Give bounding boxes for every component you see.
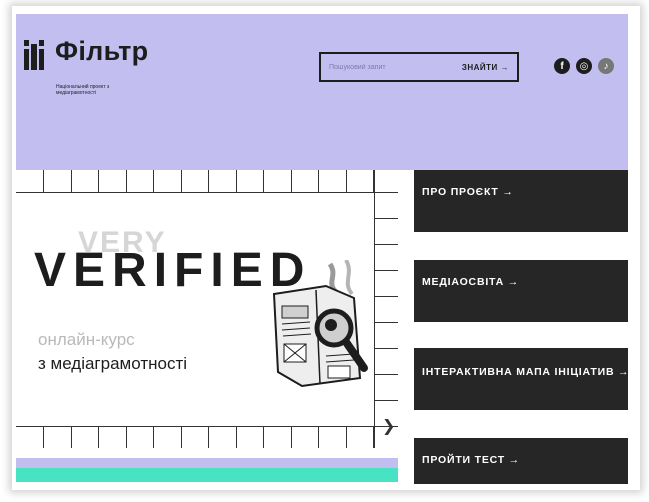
grid-line bbox=[375, 218, 398, 219]
grid-line bbox=[375, 192, 398, 193]
grid-line bbox=[153, 170, 154, 192]
banner-next-button[interactable]: ❯ bbox=[382, 416, 395, 436]
grid-line bbox=[375, 374, 398, 375]
grid-line bbox=[125, 170, 127, 192]
grid-line bbox=[290, 427, 292, 448]
grid-line bbox=[318, 427, 319, 448]
purple-stripe bbox=[16, 458, 398, 468]
tiktok-icon[interactable]: ♪ bbox=[598, 58, 614, 74]
nav-about-project[interactable]: ПРО ПРОЄКТ → bbox=[414, 170, 628, 232]
search-box: ЗНАЙТИ → bbox=[319, 52, 519, 82]
banner-course-line2: з медіаграмотності bbox=[38, 354, 188, 373]
social-links: f ◎ ♪ bbox=[554, 58, 614, 74]
grid-line bbox=[375, 322, 398, 323]
logo-mark-icon bbox=[24, 36, 50, 72]
grid-line bbox=[208, 427, 209, 448]
grid-line bbox=[263, 427, 264, 448]
search-button[interactable]: ЗНАЙТИ → bbox=[462, 63, 509, 72]
banner-grid-right bbox=[374, 170, 398, 448]
banner-grid-bottom bbox=[16, 426, 398, 448]
grid-line bbox=[70, 170, 72, 192]
grid-line bbox=[290, 170, 292, 192]
grid-line bbox=[345, 170, 347, 192]
banner-grid-top bbox=[16, 170, 398, 193]
green-stripe bbox=[16, 468, 398, 482]
grid-line bbox=[208, 170, 209, 192]
logo-name: Фільтр bbox=[55, 36, 149, 66]
nav-interactive-map[interactable]: ІНТЕРАКТИВНА МАПА ІНІЦІАТИВ → bbox=[414, 348, 629, 410]
grid-line bbox=[98, 170, 99, 192]
grid-line bbox=[345, 427, 347, 448]
grid-line bbox=[375, 270, 398, 271]
course-banner[interactable]: VERY VERIFIED онлайн-курс з медіаграмотн… bbox=[16, 170, 398, 448]
grid-line bbox=[153, 427, 154, 448]
nav-take-test[interactable]: ПРОЙТИ ТЕСТ → bbox=[414, 438, 628, 484]
nav-media-education[interactable]: МЕДІАОСВІТА → bbox=[414, 260, 628, 322]
grid-line bbox=[43, 427, 44, 448]
logo-subtitle: Національний проект з медіаграмотності bbox=[56, 84, 110, 96]
grid-line bbox=[180, 170, 182, 192]
grid-line bbox=[375, 244, 398, 245]
instagram-icon[interactable]: ◎ bbox=[576, 58, 592, 74]
banner-course-line1: онлайн-курс bbox=[38, 330, 135, 349]
search-input[interactable] bbox=[329, 63, 462, 71]
grid-line bbox=[235, 427, 237, 448]
grid-line bbox=[70, 427, 72, 448]
newspaper-magnifier-icon bbox=[272, 260, 368, 388]
grid-line bbox=[375, 296, 398, 297]
grid-line bbox=[375, 348, 398, 349]
grid-line bbox=[43, 170, 44, 192]
grid-line bbox=[318, 170, 319, 192]
grid-line bbox=[263, 170, 264, 192]
site-header: Фільтр Національний проект з медіаграмот… bbox=[16, 14, 628, 170]
grid-line bbox=[98, 427, 99, 448]
site-logo[interactable]: Фільтр bbox=[24, 36, 148, 72]
grid-line bbox=[180, 427, 182, 448]
grid-line bbox=[125, 427, 127, 448]
facebook-icon[interactable]: f bbox=[554, 58, 570, 74]
grid-line bbox=[375, 400, 398, 401]
grid-line bbox=[235, 170, 237, 192]
